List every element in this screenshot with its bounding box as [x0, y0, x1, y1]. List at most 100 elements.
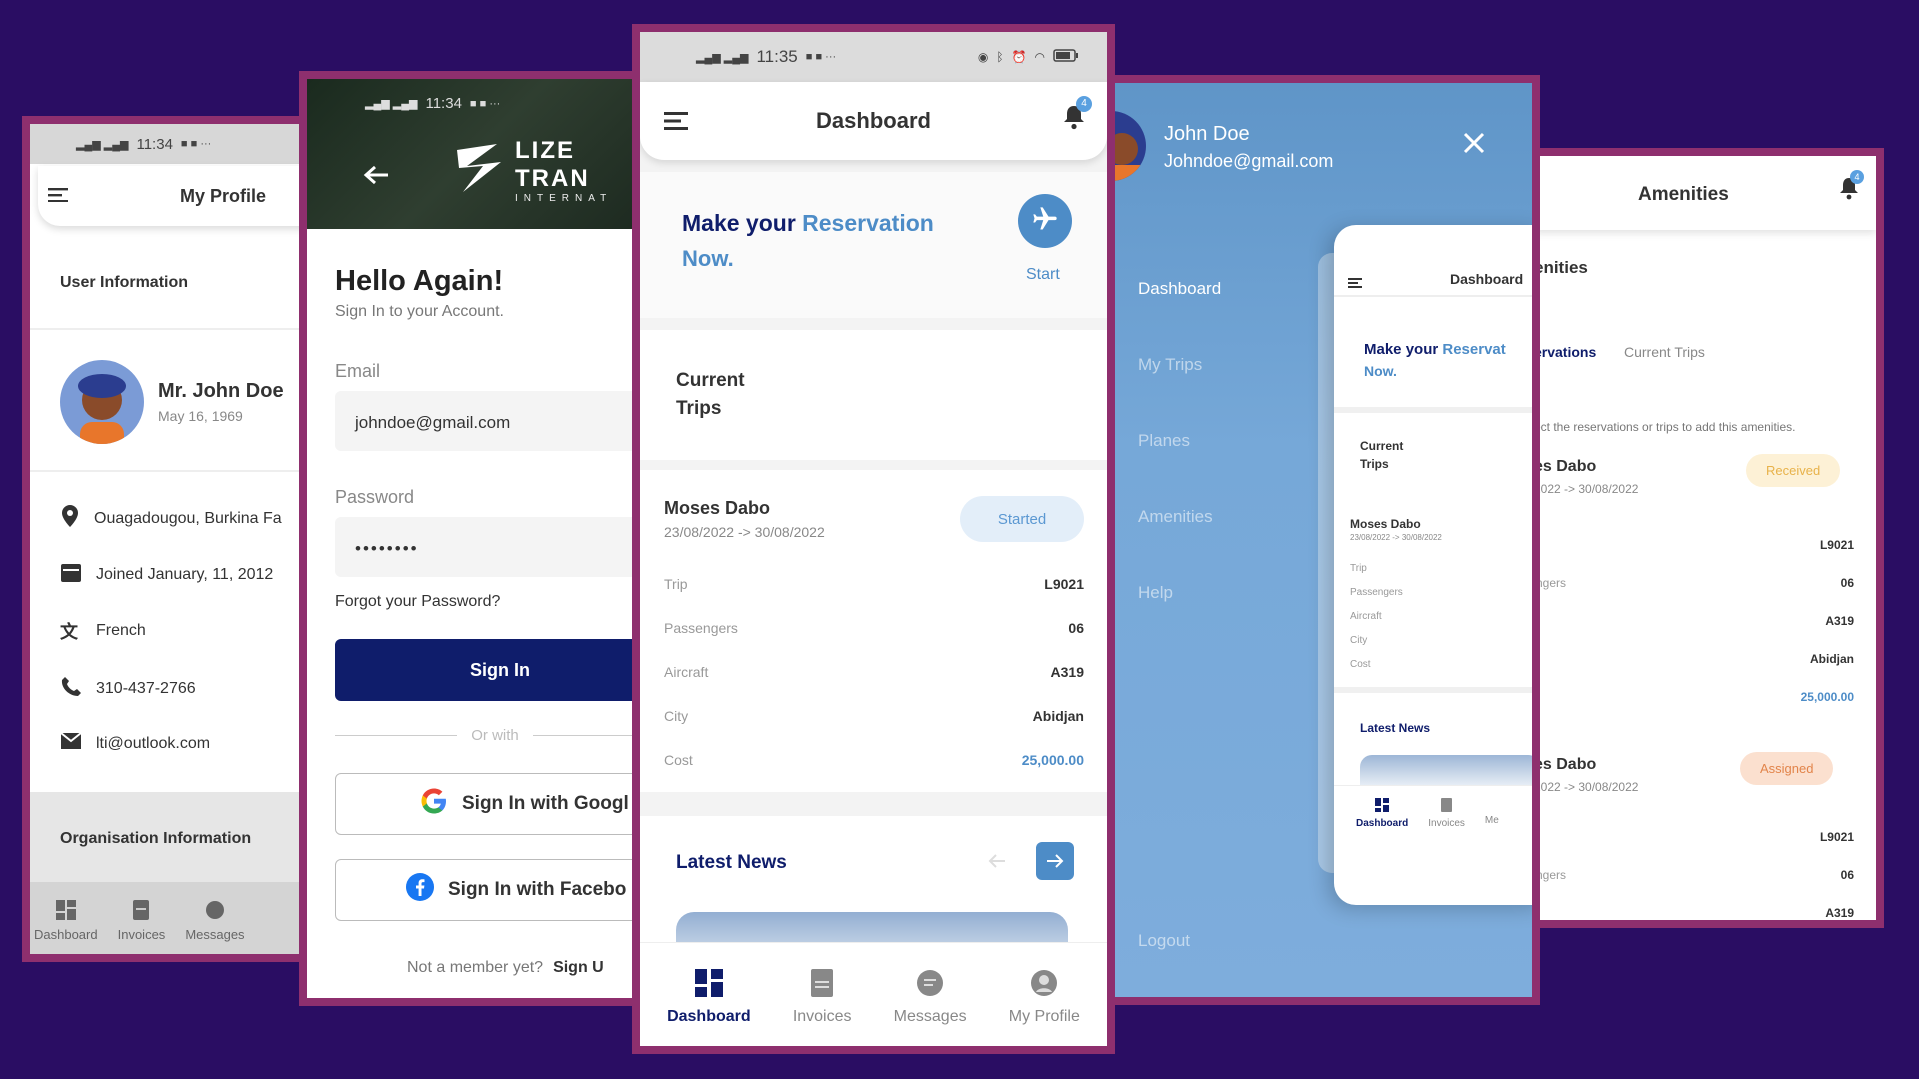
mini-reservation-text: Make your Reservat [1364, 341, 1506, 358]
reservation-card[interactable]: Make your Reservation Now. Start [640, 172, 1107, 318]
prev-arrow-icon[interactable] [988, 854, 1006, 873]
nav-label: My Profile [1008, 1008, 1080, 1025]
row-value: A319 [1825, 614, 1854, 628]
dashboard-header: Dashboard 4 [640, 82, 1107, 160]
nav-profile[interactable]: My Profile [1009, 969, 1080, 1046]
row-label: ngers [1536, 576, 1567, 590]
drawer-user-name: John Doe [1164, 123, 1250, 145]
google-signin-button[interactable]: Sign In with Googl [335, 773, 641, 835]
trip-card[interactable]: Moses Dabo 23/08/2022 -> 30/08/2022 Star… [640, 470, 1107, 792]
table-row: Aircraft A319 [664, 664, 1084, 680]
nav-label: Dashboard [667, 1008, 751, 1025]
facebook-signin-button[interactable]: Sign In with Facebo [335, 859, 641, 921]
reservation-card[interactable]: es Dabo 2022 -> 30/08/2022 Assigned L902… [1534, 744, 1876, 920]
drawer-user-email: Johndoe@gmail.com [1164, 151, 1334, 171]
email-row: lti@outlook.com [60, 732, 210, 755]
nav-messages[interactable]: Messages [185, 900, 245, 954]
back-arrow-icon[interactable] [363, 165, 389, 190]
reservation-line: Make your Reservation [682, 210, 934, 237]
current-trips-card: Current Trips [640, 330, 1107, 460]
logo-mark-icon [449, 138, 509, 203]
invoice-icon [133, 900, 150, 923]
table-row: City Abidjan [664, 708, 1084, 724]
joined-text: Joined January, 11, 2012 [96, 565, 274, 583]
page-title: My Profile [180, 186, 267, 206]
drawer-item-planes[interactable]: Planes [1138, 431, 1190, 451]
forgot-password-link[interactable]: Forgot your Password? [335, 593, 500, 611]
tab-reservations[interactable]: ervations [1534, 344, 1596, 360]
row-label: Cost [664, 752, 693, 768]
password-label: Password [335, 487, 415, 507]
status-badge: Received [1746, 454, 1841, 487]
password-field[interactable]: •••••••• [335, 517, 641, 577]
camera-icon: ■ ■ ··· [180, 138, 212, 150]
nav-invoices[interactable]: Invoices [118, 900, 165, 954]
mini-current: Current [1360, 439, 1404, 453]
start-button[interactable] [1018, 194, 1072, 248]
mini-trips: Trips [1360, 457, 1389, 471]
status-time: 11:34 [425, 95, 462, 112]
location-row: Ouagadougou, Burkina Fa [60, 504, 282, 533]
mini-title: Dashboard [1450, 271, 1524, 287]
nav-label: Dashboard [1356, 818, 1409, 829]
nav-messages[interactable]: Messages [894, 969, 967, 1046]
nav-label: Messages [893, 1008, 967, 1025]
signup-link[interactable]: Sign U [553, 959, 604, 976]
mini-trip-name: Moses Dabo [1350, 517, 1421, 531]
row-value: 06 [1840, 868, 1854, 882]
mini-news-image [1360, 755, 1532, 785]
tab-current-trips[interactable]: Current Trips [1624, 344, 1705, 360]
nav-label: Invoices [792, 1008, 852, 1025]
nav-dashboard[interactable]: Dashboard [667, 969, 751, 1046]
drawer-item-help[interactable]: Help [1138, 583, 1173, 603]
nav-invoices[interactable]: Invoices [793, 969, 852, 1046]
dashboard-icon [1375, 798, 1390, 815]
bell-icon[interactable]: 4 [1062, 96, 1092, 135]
table-row: L9021 [1534, 538, 1854, 552]
drawer-item-my-trips[interactable]: My Trips [1138, 355, 1202, 375]
signal-icon: ▂▄▆ ▂▄▆ [365, 98, 418, 110]
drawer-screen: John Doe Johndoe@gmail.com Dashboard My … [1098, 75, 1540, 1005]
latest-news-title: Latest News [676, 852, 787, 873]
start-label[interactable]: Start [1026, 266, 1060, 284]
drawer-item-dashboard[interactable]: Dashboard [1138, 279, 1221, 299]
signin-banner: ▂▄▆ ▂▄▆ 11:34 ■ ■ ··· LIZE TRAN INTERNAT [307, 79, 641, 229]
brand-sub: INTERNAT [515, 193, 613, 204]
phone-row: 310-437-2766 [60, 675, 196, 702]
reservation-now: Now. [682, 246, 734, 271]
amenities-hint: ect the reservations or trips to add thi… [1534, 420, 1796, 434]
mini-trip-dates: 23/08/2022 -> 30/08/2022 [1350, 533, 1442, 542]
mini-label: Trip [1350, 563, 1367, 574]
mini-dashboard-preview[interactable]: Dashboard Make your Reservat Now. Curren… [1334, 225, 1532, 905]
email-label: Email [335, 361, 381, 381]
signin-button[interactable]: Sign In [335, 639, 641, 701]
phone-text: 310-437-2766 [96, 679, 196, 697]
airplane-icon [1031, 205, 1059, 238]
mini-now: Now. [1364, 363, 1397, 379]
nav-dashboard[interactable]: Dashboard [34, 900, 98, 954]
battery-icon [1053, 48, 1079, 66]
row-value: 06 [1068, 620, 1084, 636]
reservation-word: Reservation [802, 210, 934, 236]
section-heading: enities [1534, 258, 1588, 277]
bell-icon[interactable]: 4 [1838, 170, 1864, 205]
signal-icon: ▂▄▆ ▂▄▆ [76, 138, 129, 151]
status-time: 11:35 [756, 47, 798, 66]
drawer-item-amenities[interactable]: Amenities [1138, 507, 1213, 527]
signin-screen: ▂▄▆ ▂▄▆ 11:34 ■ ■ ··· LIZE TRAN INTERNAT… [299, 71, 649, 1006]
email-field[interactable]: johndoe@gmail.com [335, 391, 641, 451]
reservation-card[interactable]: es Dabo 2022 -> 30/08/2022 Received L902… [1534, 446, 1876, 776]
mini-label: Aircraft [1350, 611, 1382, 622]
amenities-screen: Amenities 4 enities ervations Current Tr… [1526, 148, 1884, 928]
amenities-header: Amenities 4 [1534, 156, 1876, 230]
reservation-make: Make your [682, 210, 796, 236]
close-icon[interactable] [1462, 131, 1486, 160]
mini-bottom-nav: Dashboard Invoices Me [1334, 785, 1532, 845]
hamburger-menu-icon[interactable] [48, 188, 68, 207]
notification-badge: 4 [1076, 96, 1092, 112]
mini-latest-news: Latest News [1360, 721, 1431, 735]
next-arrow-icon[interactable] [1036, 842, 1074, 880]
row-label: Aircraft [664, 664, 709, 680]
mini-label: Cost [1350, 659, 1371, 670]
logout-button[interactable]: Logout [1138, 931, 1190, 951]
